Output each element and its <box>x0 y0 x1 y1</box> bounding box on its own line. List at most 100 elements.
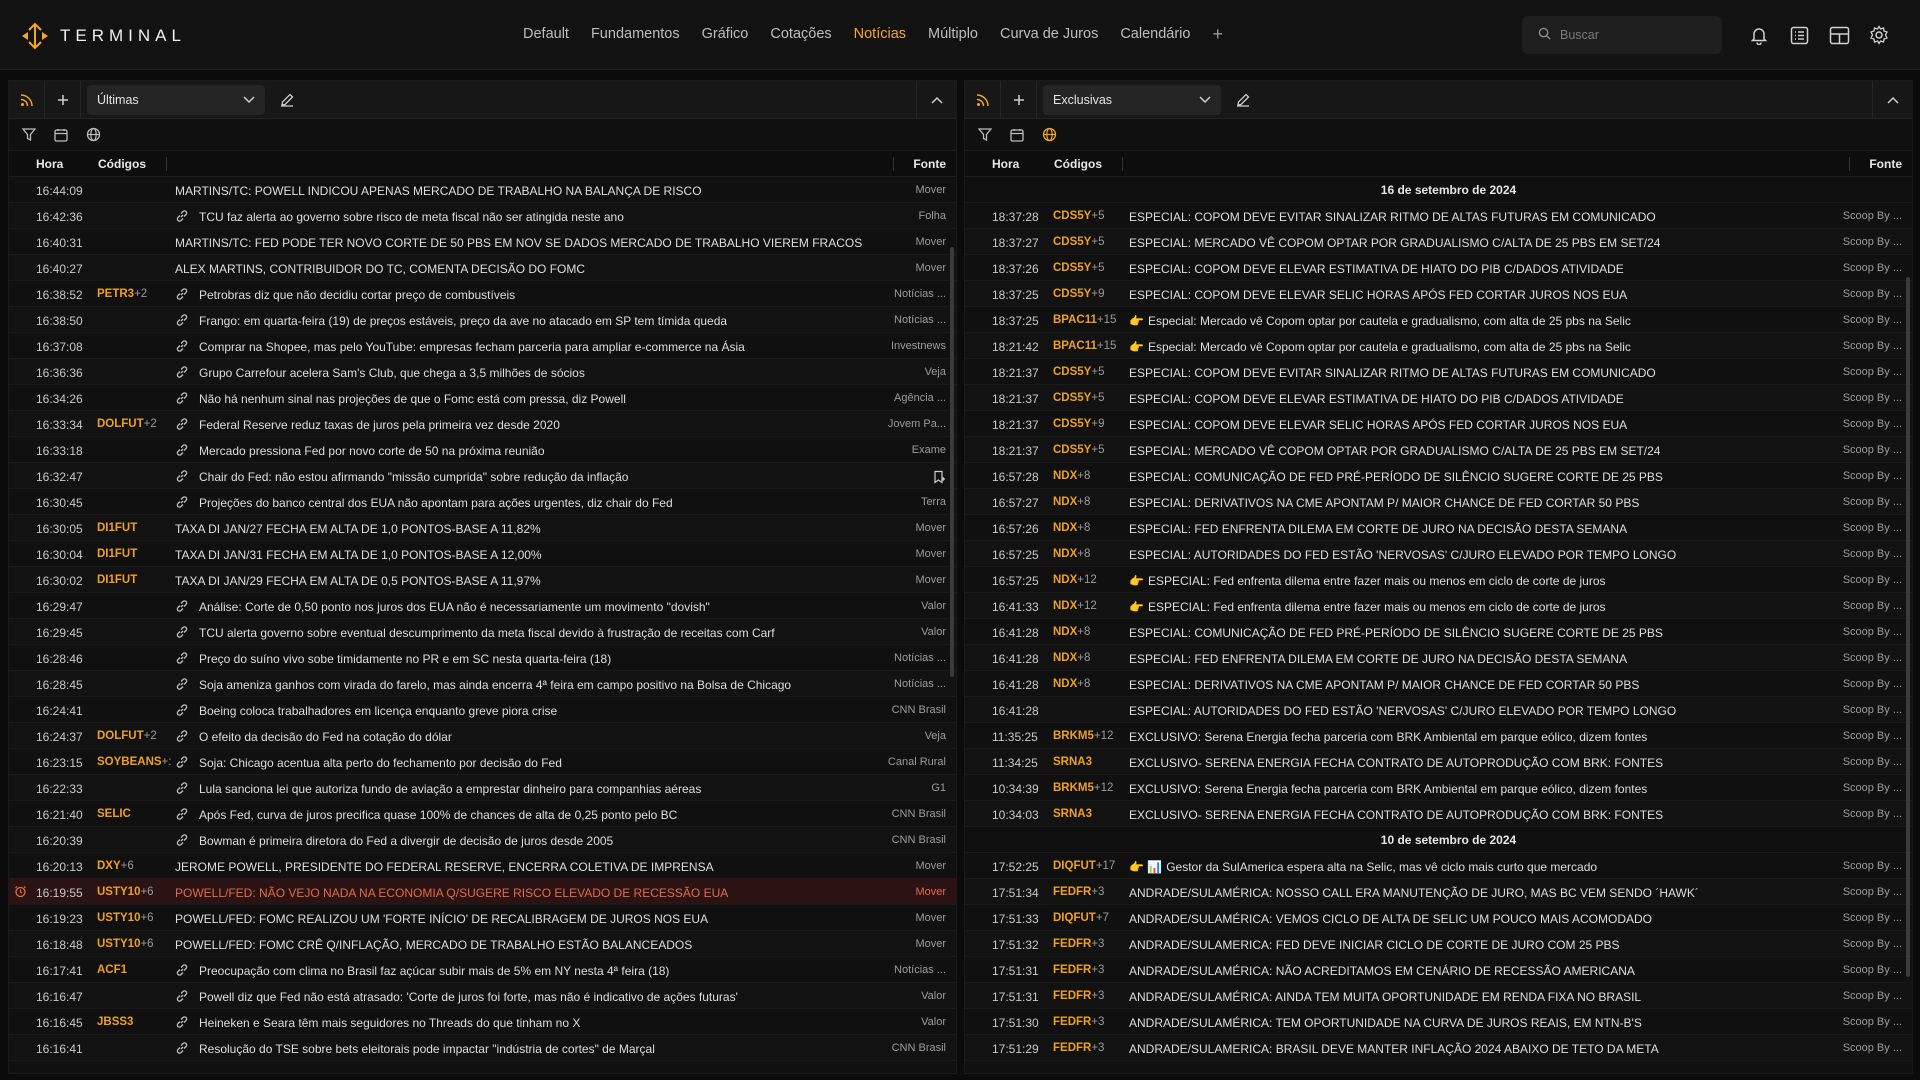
news-row[interactable]: 16:20:39 Bowman é primeira diretora do Fe… <box>9 827 956 853</box>
news-headline[interactable]: 👉 ESPECIAL: Fed enfrenta dilema entre faz… <box>1129 600 1606 614</box>
collapse-panel-button[interactable] <box>1872 81 1912 119</box>
news-row[interactable]: 16:57:26 NDX+8 ESPECIAL: FED ENFRENTA DILE… <box>965 515 1912 541</box>
ticker-code[interactable]: PETR3+2 <box>97 288 147 300</box>
news-headline[interactable]: ALEX MARTINS, CONTRIBUIDOR DO TC, COMENT… <box>175 262 585 276</box>
news-headline[interactable]: ESPECIAL: DERIVATIVOS NA CME APONTAM P/ … <box>1129 496 1639 510</box>
column-divider[interactable] <box>893 157 894 171</box>
news-headline[interactable]: Soja ameniza ganhos com virada do farelo… <box>199 678 791 692</box>
news-headline[interactable]: ESPECIAL: FED ENFRENTA DILEMA EM CORTE D… <box>1129 522 1627 536</box>
ticker-code[interactable]: DIQFUT+7 <box>1053 912 1109 924</box>
ticker-code[interactable]: CDS5Y+5 <box>1053 262 1104 274</box>
news-headline[interactable]: MARTINS/TC: POWELL INDICOU APENAS MERCAD… <box>175 184 702 198</box>
ticker-code[interactable]: FEDFR+3 <box>1053 964 1104 976</box>
ticker-code[interactable]: CDS5Y+5 <box>1053 236 1104 248</box>
news-row[interactable]: 18:37:25 BPAC11+15 👉 Especial: Mercado vê C… <box>965 307 1912 333</box>
news-row[interactable]: 16:19:55 USTY10+6 POWELL/FED: NÃO VEJO NAD… <box>9 879 956 905</box>
news-headline[interactable]: ESPECIAL: DERIVATIVOS NA CME APONTAM P/ … <box>1129 678 1639 692</box>
news-row[interactable]: 16:57:25 NDX+8 ESPECIAL: AUTORIDADES DO FE… <box>965 541 1912 567</box>
layout-icon[interactable] <box>1828 24 1850 46</box>
news-headline[interactable]: ANDRADE/SULAMÉRICA: AINDA TEM MUITA OPOR… <box>1129 990 1641 1004</box>
ticker-code[interactable]: FEDFR+3 <box>1053 938 1104 950</box>
news-row[interactable]: 10:34:03 SRNA3 EXCLUSIVO- SERENA ENERGIA F… <box>965 801 1912 827</box>
news-headline[interactable]: Resolução do TSE sobre bets eleitorais p… <box>199 1042 655 1056</box>
rss-feed-icon[interactable] <box>965 81 1001 119</box>
news-row[interactable]: 17:51:33 DIQFUT+7 ANDRADE/SULAMÉRICA: VEMO… <box>965 905 1912 931</box>
news-row[interactable]: 16:41:28 ESPECIAL: AUTORIDADES DO FED EST… <box>965 697 1912 723</box>
ticker-code[interactable]: ACF1 <box>97 964 127 976</box>
news-headline[interactable]: ANDRADE/SULAMÉRICA: TEM OPORTUNIDADE NA … <box>1129 1016 1642 1030</box>
ticker-code[interactable]: CDS5Y+5 <box>1053 210 1104 222</box>
news-row[interactable]: 18:21:37 CDS5Y+5 ESPECIAL: COPOM DEVE ELEV… <box>965 385 1912 411</box>
ticker-code[interactable]: CDS5Y+5 <box>1053 366 1104 378</box>
ticker-code[interactable]: BPAC11+15 <box>1053 314 1116 326</box>
news-headline[interactable]: 👉 📊 Gestor da SulAmerica espera alta na S… <box>1129 860 1597 874</box>
news-headline[interactable]: ESPECIAL: COMUNICAÇÃO DE FED PRÉ-PERÍODO… <box>1129 470 1663 484</box>
ticker-code[interactable]: NDX+8 <box>1053 496 1090 508</box>
news-row[interactable]: 17:51:34 FEDFR+3 ANDRADE/SULAMÉRICA: NOSSO… <box>965 879 1912 905</box>
news-row[interactable]: 16:41:28 NDX+8 ESPECIAL: COMUNICAÇÃO DE FE… <box>965 619 1912 645</box>
news-row[interactable]: 11:34:25 SRNA3 EXCLUSIVO- SERENA ENERGIA F… <box>965 749 1912 775</box>
news-row[interactable]: 18:21:37 CDS5Y+5 ESPECIAL: COPOM DEVE EVIT… <box>965 359 1912 385</box>
nav-item-multiplo[interactable]: Múltiplo <box>928 26 978 42</box>
ticker-code[interactable]: DOLFUT+2 <box>97 418 157 430</box>
news-headline[interactable]: ESPECIAL: COPOM DEVE ELEVAR ESTIMATIVA D… <box>1129 262 1624 276</box>
news-row[interactable]: 11:35:25 BRKM5+12 EXCLUSIVO: Serena Energi… <box>965 723 1912 749</box>
news-headline[interactable]: Mercado pressiona Fed por novo corte de … <box>199 444 545 458</box>
news-row[interactable]: 17:51:30 FEDFR+3 ANDRADE/SULAMÉRICA: TEM O… <box>965 1009 1912 1035</box>
ticker-code[interactable]: CDS5Y+9 <box>1053 288 1104 300</box>
ticker-code[interactable]: SRNA3 <box>1053 808 1092 820</box>
bookmark-add-icon[interactable] <box>932 470 946 487</box>
collapse-panel-button[interactable] <box>916 81 956 119</box>
ticker-code[interactable]: NDX+8 <box>1053 470 1090 482</box>
ticker-code[interactable]: BPAC11+15 <box>1053 340 1116 352</box>
news-headline[interactable]: EXCLUSIVO- SERENA ENERGIA FECHA CONTRATO… <box>1129 756 1663 770</box>
news-row[interactable]: 18:37:27 CDS5Y+5 ESPECIAL: MERCADO VÊ COPO… <box>965 229 1912 255</box>
news-headline[interactable]: EXCLUSIVO: Serena Energia fecha parceria… <box>1129 782 1647 796</box>
nav-item-default[interactable]: Default <box>523 26 569 42</box>
nav-item-curva-de-juros[interactable]: Curva de Juros <box>1000 26 1098 42</box>
news-row[interactable]: 16:29:47 Análise: Corte de 0,50 ponto nos… <box>9 593 956 619</box>
news-row[interactable]: 17:51:31 FEDFR+3 ANDRADE/SULAMÉRICA: AINDA… <box>965 983 1912 1009</box>
news-headline[interactable]: ANDRADE/SULAMÉRICA: NOSSO CALL ERA MANUT… <box>1129 886 1699 900</box>
column-divider[interactable] <box>166 157 167 171</box>
news-headline[interactable]: Preocupação com clima no Brasil faz açúc… <box>199 964 669 978</box>
news-row[interactable]: 16:57:25 NDX+12 👉 ESPECIAL: Fed enfrenta di… <box>965 567 1912 593</box>
news-headline[interactable]: TAXA DI JAN/27 FECHA EM ALTA DE 1,0 PONT… <box>175 522 541 536</box>
news-row[interactable]: 16:40:31 MARTINS/TC: FED PODE TER NOVO CO… <box>9 229 956 255</box>
news-row[interactable]: 16:30:05 DI1FUT TAXA DI JAN/27 FECHA EM AL… <box>9 515 956 541</box>
news-headline[interactable]: ANDRADE/SULAMÉRICA: VEMOS CICLO DE ALTA … <box>1129 912 1652 926</box>
globe-icon[interactable] <box>83 125 103 145</box>
news-headline[interactable]: TCU alerta governo sobre eventual descum… <box>199 626 775 640</box>
news-headline[interactable]: Lula sanciona lei que autoriza fundo de … <box>199 782 701 796</box>
search-box[interactable] <box>1522 16 1722 54</box>
ticker-code[interactable]: USTY10+6 <box>97 938 154 950</box>
news-row[interactable]: 16:57:28 NDX+8 ESPECIAL: COMUNICAÇÃO DE FE… <box>965 463 1912 489</box>
news-headline[interactable]: O efeito da decisão do Fed na cotação do… <box>199 730 452 744</box>
ticker-code[interactable]: NDX+12 <box>1053 574 1097 586</box>
ticker-code[interactable]: JBSS3 <box>97 1016 133 1028</box>
calendar-icon[interactable] <box>1007 125 1027 145</box>
ticker-code[interactable]: NDX+8 <box>1053 626 1090 638</box>
news-row[interactable]: 16:20:13 DXY+6 JEROME POWELL, PRESIDENTE D… <box>9 853 956 879</box>
news-headline[interactable]: TAXA DI JAN/31 FECHA EM ALTA DE 1,0 PONT… <box>175 548 542 562</box>
column-divider[interactable] <box>1122 157 1123 171</box>
news-headline[interactable]: Após Fed, curva de juros precifica quase… <box>199 808 677 822</box>
column-header-codigos[interactable]: Códigos <box>98 157 146 171</box>
column-header-hora[interactable]: Hora <box>36 157 63 171</box>
nav-item-fundamentos[interactable]: Fundamentos <box>591 26 680 42</box>
news-row[interactable]: 16:37:08 Comprar na Shopee, mas pelo YouT… <box>9 333 956 359</box>
ticker-code[interactable]: FEDFR+3 <box>1053 1016 1104 1028</box>
news-row[interactable]: 16:16:41 Resolução do TSE sobre bets elei… <box>9 1035 956 1061</box>
news-row[interactable]: 16:18:48 USTY10+6 POWELL/FED: FOMC CRÊ Q/I… <box>9 931 956 957</box>
ticker-code[interactable]: BRKM5+12 <box>1053 782 1113 794</box>
edit-icon[interactable] <box>1231 88 1255 112</box>
ticker-code[interactable]: DI1FUT <box>97 522 137 534</box>
ticker-code[interactable]: USTY10+6 <box>97 912 154 924</box>
news-headline[interactable]: Projeções do banco central dos EUA não a… <box>199 496 673 510</box>
ticker-code[interactable]: NDX+8 <box>1053 522 1090 534</box>
news-row[interactable]: 17:51:29 FEDFR+3 ANDRADE/SULAMERICA: BRASI… <box>965 1035 1912 1061</box>
add-tab-button[interactable]: + <box>1212 25 1223 43</box>
news-headline[interactable]: Grupo Carrefour acelera Sam's Club, que … <box>199 366 585 380</box>
news-headline[interactable]: EXCLUSIVO: Serena Energia fecha parceria… <box>1129 730 1647 744</box>
news-headline[interactable]: ESPECIAL: COMUNICAÇÃO DE FED PRÉ-PERÍODO… <box>1129 626 1663 640</box>
